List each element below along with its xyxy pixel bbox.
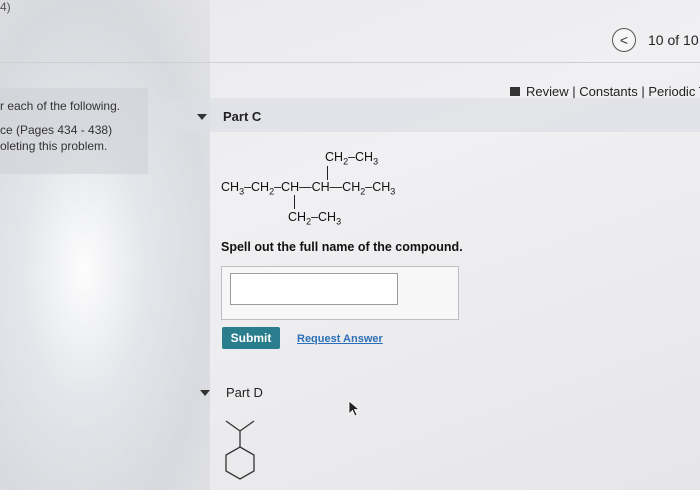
answer-input[interactable]: [230, 273, 398, 305]
bond-bottom: [294, 195, 295, 209]
part-c-toggle[interactable]: Part C: [197, 109, 261, 124]
instructions-panel: r each of the following. ce (Pages 434 -…: [0, 88, 148, 174]
instructions-line-1: r each of the following.: [0, 99, 121, 113]
submit-button[interactable]: Submit: [222, 327, 280, 349]
caret-down-icon: [197, 113, 207, 120]
part-c-label: Part C: [223, 109, 262, 124]
instructions-line-3: oleting this problem.: [0, 139, 108, 153]
answer-container: [221, 266, 459, 320]
chevron-left-icon[interactable]: <: [612, 28, 636, 52]
review-links-text[interactable]: Review | Constants | Periodic Ta: [526, 84, 700, 99]
header-divider: [0, 62, 700, 63]
part-d-toggle[interactable]: Part D: [200, 385, 263, 400]
item-counter: 10 of 10: [648, 32, 699, 48]
item-navigation: < 10 of 10: [612, 28, 699, 52]
instructions-line-2: ce (Pages 434 - 438): [0, 123, 113, 137]
request-answer-link[interactable]: Request Answer: [297, 333, 383, 345]
back-glyph: <: [619, 32, 629, 48]
formula-bottom-branch: CH2–CH3: [288, 210, 342, 227]
bond-top: [327, 166, 328, 180]
caret-down-icon: [200, 389, 210, 396]
cyclohexane-structure-icon: [225, 420, 255, 480]
formula-main-chain: CH3–CH2–CH—CH—CH2–CH3: [221, 180, 396, 197]
mouse-cursor-icon: [348, 400, 361, 417]
part-d-label: Part D: [226, 385, 263, 400]
square-icon: [510, 87, 520, 96]
background-glare: [0, 0, 210, 490]
corner-text: 4): [0, 0, 11, 14]
question-prompt: Spell out the full name of the compound.: [221, 240, 463, 254]
review-links[interactable]: Review | Constants | Periodic Ta: [510, 84, 700, 99]
formula-top-branch: CH2–CH3: [325, 150, 379, 167]
